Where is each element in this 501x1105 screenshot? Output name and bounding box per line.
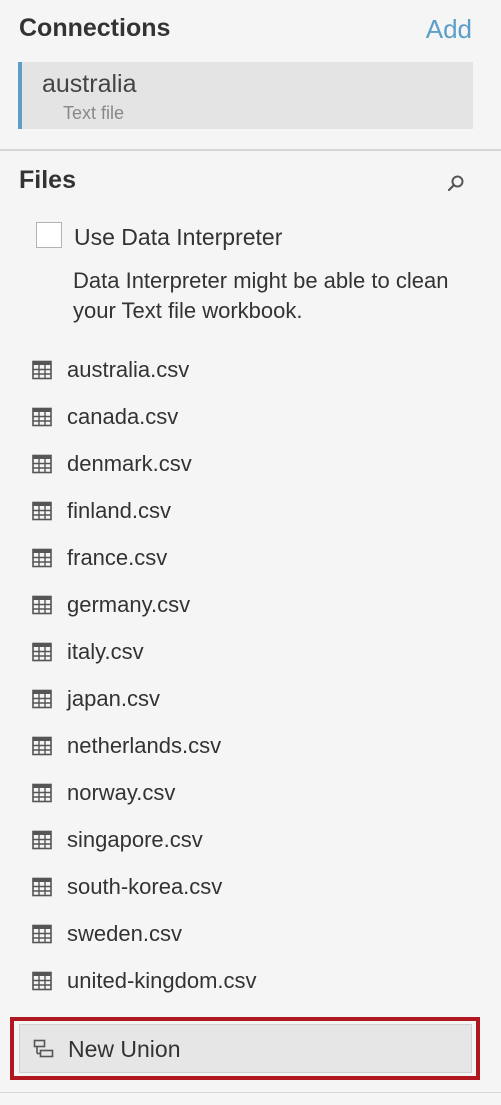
add-connection-link[interactable]: Add xyxy=(426,12,472,46)
file-name: japan.csv xyxy=(67,686,160,711)
table-icon xyxy=(32,454,52,474)
table-icon xyxy=(32,736,52,756)
file-item[interactable]: italy.csv xyxy=(0,630,501,677)
file-item[interactable]: singapore.csv xyxy=(0,818,501,865)
file-item[interactable]: australia.csv xyxy=(0,348,501,395)
file-item[interactable]: france.csv xyxy=(0,536,501,583)
file-item[interactable]: norway.csv xyxy=(0,771,501,818)
file-list: australia.csv canada.csv denmark.csv finlan… xyxy=(0,348,501,1006)
table-icon xyxy=(32,924,52,944)
file-item[interactable]: south-korea.csv xyxy=(0,865,501,912)
file-name: netherlands.csv xyxy=(67,733,222,758)
data-interpreter-description: Data Interpreter might be able to clean … xyxy=(73,268,449,323)
table-icon xyxy=(32,360,52,380)
file-item[interactable]: japan.csv xyxy=(0,677,501,724)
file-name: australia.csv xyxy=(67,357,190,382)
table-icon xyxy=(32,689,52,709)
file-name: denmark.csv xyxy=(67,451,192,476)
new-union-button[interactable]: New Union xyxy=(19,1024,472,1073)
file-item[interactable]: sweden.csv xyxy=(0,912,501,959)
files-title: Files xyxy=(19,166,76,194)
table-icon xyxy=(32,971,52,991)
data-source-panel: Connections Add australia Text file File… xyxy=(0,0,501,1105)
union-icon xyxy=(33,1039,54,1058)
file-name: germany.csv xyxy=(67,592,191,617)
connection-type: Text file xyxy=(63,103,125,123)
file-name: norway.csv xyxy=(67,780,176,805)
file-item[interactable]: denmark.csv xyxy=(0,442,501,489)
connections-title: Connections xyxy=(19,14,171,42)
table-icon xyxy=(32,830,52,850)
connection-item-australia[interactable]: australia Text file xyxy=(18,62,473,129)
file-name: south-korea.csv xyxy=(67,874,223,899)
file-name: united-kingdom.csv xyxy=(67,968,257,993)
table-icon xyxy=(32,407,52,427)
table-icon xyxy=(32,501,52,521)
file-name: singapore.csv xyxy=(67,827,203,852)
file-item[interactable]: finland.csv xyxy=(0,489,501,536)
table-icon xyxy=(32,783,52,803)
data-interpreter-label: Use Data Interpreter xyxy=(74,224,283,250)
file-item[interactable]: netherlands.csv xyxy=(0,724,501,771)
table-icon xyxy=(32,877,52,897)
connections-header: Connections Add xyxy=(19,12,474,48)
file-name: france.csv xyxy=(67,545,168,570)
data-interpreter-checkbox[interactable] xyxy=(36,222,62,248)
table-icon xyxy=(32,595,52,615)
file-name: sweden.csv xyxy=(67,921,182,946)
new-union-label: New Union xyxy=(68,1036,181,1062)
bottom-divider xyxy=(0,1092,501,1093)
connection-name: australia xyxy=(42,70,137,98)
file-name: italy.csv xyxy=(67,639,144,664)
file-item[interactable]: canada.csv xyxy=(0,395,501,442)
table-icon xyxy=(32,642,52,662)
search-icon[interactable] xyxy=(447,174,465,192)
file-item[interactable]: united-kingdom.csv xyxy=(0,959,501,1006)
file-item[interactable]: germany.csv xyxy=(0,583,501,630)
section-divider xyxy=(0,149,501,151)
table-icon xyxy=(32,548,52,568)
file-name: finland.csv xyxy=(67,498,171,523)
file-name: canada.csv xyxy=(67,404,179,429)
